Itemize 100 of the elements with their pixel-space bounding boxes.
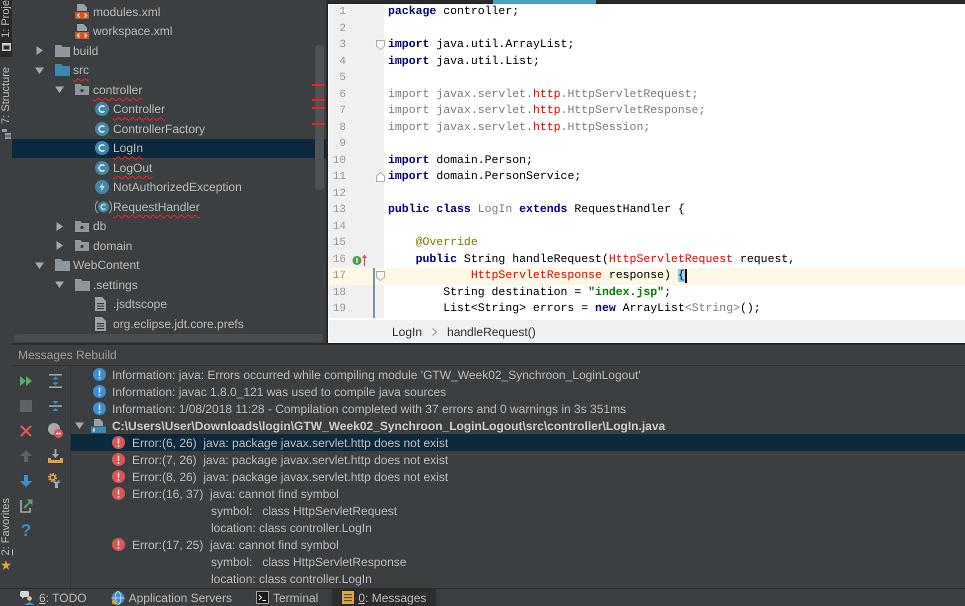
tool-window-button[interactable]: Application Servers (100, 589, 242, 606)
triangle-down-icon[interactable] (35, 66, 44, 75)
side-tool-tab[interactable]: 7: Structure (0, 66, 12, 145)
download-icon[interactable] (48, 448, 62, 462)
tree-item[interactable]: db (12, 216, 326, 236)
message-row[interactable]: Error:(16, 37) java: cannot find symbol (71, 485, 965, 502)
class-icon (95, 160, 109, 175)
close-icon[interactable] (20, 424, 32, 436)
code-line: import domain.PersonService; (388, 169, 582, 185)
triangle-right-icon[interactable] (55, 222, 64, 231)
error-icon (112, 487, 125, 500)
tree-item[interactable]: controller (12, 80, 326, 100)
class-icon (95, 200, 112, 214)
triangle-down-icon[interactable] (75, 421, 84, 430)
chevron-right-icon (432, 328, 438, 336)
blocks-icon (2, 128, 10, 139)
side-tool-tab[interactable]: 2: Favorites (0, 498, 12, 576)
code-line: String destination = "index.jsp"; (442, 284, 671, 300)
tool-window-button[interactable]: 0: Messages (332, 589, 436, 606)
folder-icon (55, 64, 70, 76)
expand-all-icon[interactable] (48, 374, 62, 388)
xml-file-icon (75, 4, 89, 20)
tree-item[interactable]: .jsdtscope (12, 294, 326, 314)
folder-icon (75, 278, 90, 291)
export-icon[interactable] (20, 498, 32, 513)
tree-item[interactable]: org.eclipse.jdt.core.prefs (12, 314, 326, 334)
tree-item[interactable]: RequestHandler (12, 197, 326, 216)
fold-marker-icon[interactable] (376, 40, 385, 50)
message-detail: symbol: class HttpServletRequest (211, 504, 398, 518)
package-icon (75, 220, 89, 232)
code-line: public class LogIn extends RequestHandler { (388, 202, 685, 218)
breadcrumb-item[interactable]: handleRequest() (447, 324, 536, 338)
tree-item[interactable]: ControllerFactory (12, 119, 326, 138)
terminal-icon (256, 591, 269, 604)
code-line: import java.util.ArrayList; (388, 37, 574, 53)
message-row[interactable]: Information: javac 1.8.0_121 was used to compile java sources (71, 383, 965, 400)
line-number: 11 (332, 171, 346, 184)
error-icon (112, 470, 125, 483)
tree-item[interactable]: .settings (12, 275, 326, 294)
code-line: import domain.Person; (388, 152, 533, 168)
line-number: 15 (332, 237, 346, 250)
message-row[interactable]: Error:(8, 26) java: package javax.servlet.http does not exist (71, 468, 965, 485)
tree-item[interactable]: modules.xml (12, 2, 326, 22)
error-icon (112, 453, 125, 466)
code-line: HttpServletResponse response) { (470, 268, 685, 284)
info-icon (93, 385, 106, 398)
line-number: 8 (338, 122, 346, 134)
tree-item[interactable]: WebContent (12, 256, 326, 275)
tree-item[interactable]: src (12, 60, 326, 80)
message-row[interactable]: Error:(6, 26) java: package javax.servlet.http does not exist (71, 434, 965, 451)
message-row[interactable]: Error:(17, 25) java: cannot find symbol (71, 536, 965, 553)
lightning-icon (95, 180, 109, 194)
message-row[interactable]: Error:(7, 26) java: package javax.servlet.http does not exist (71, 451, 965, 468)
tree-item[interactable]: workspace.xml (12, 22, 326, 41)
triangle-right-icon[interactable] (35, 46, 44, 56)
side-tool-tab[interactable]: 1: Proje (0, 0, 12, 57)
line-number: 5 (338, 72, 346, 84)
message-row[interactable]: Information: 1/08/2018 11:28 - Compilation completed with 37 errors and 0 warnings in 3s 351ms (71, 400, 965, 417)
line-number: 6 (338, 88, 346, 101)
collapse-all-icon[interactable] (48, 398, 62, 412)
window-icon (2, 42, 10, 51)
tool-window-button[interactable]: 6: TODO (10, 589, 97, 606)
help-button[interactable]: ? (20, 522, 32, 540)
disc-up-arrow-icon[interactable] (352, 254, 368, 266)
error-icon (112, 436, 125, 449)
package-icon (75, 84, 89, 96)
note-icon (342, 591, 354, 604)
scrollbar-thumb[interactable] (14, 334, 323, 342)
line-number: 1 (338, 6, 346, 18)
tree-item[interactable]: LogOut (12, 158, 326, 178)
tree-item[interactable]: LogIn (12, 138, 326, 158)
line-number: 4 (338, 56, 346, 68)
fold-marker-icon[interactable] (376, 172, 385, 182)
tree-item[interactable]: NotAuthorizedException (12, 178, 326, 197)
wrench-gear-icon[interactable] (48, 473, 62, 488)
breadcrumb-item[interactable]: LogIn (392, 324, 422, 338)
fast-forward-icon[interactable] (20, 376, 32, 386)
star-icon (1, 560, 11, 570)
class-icon (95, 141, 109, 156)
tool-window-button[interactable]: Terminal (246, 589, 328, 606)
tree-item[interactable]: domain (12, 236, 326, 256)
fold-marker-icon[interactable] (376, 271, 385, 282)
line-number: 10 (332, 154, 346, 167)
line-number: 2 (338, 22, 346, 35)
code-line: import javax.servlet.http.HttpServletRequest; (388, 86, 699, 102)
triangle-down-icon[interactable] (55, 85, 64, 94)
code-line: import javax.servlet.http.HttpSession; (388, 120, 650, 136)
triangle-down-icon[interactable] (55, 280, 64, 290)
code-line: import java.util.List; (388, 54, 540, 70)
tree-item[interactable]: build (12, 41, 326, 60)
person-bubble-icon (20, 590, 35, 604)
disc-minus-icon[interactable] (48, 423, 62, 438)
triangle-right-icon[interactable] (55, 241, 64, 250)
line-number: 17 (332, 270, 346, 282)
line-number: 18 (332, 286, 346, 299)
arrow-down-icon[interactable] (20, 474, 32, 486)
message-row[interactable]: Information: java: Errors occurred while compiling module 'GTW_Week02_Synchroon_LoginLogout' (71, 366, 965, 383)
file-row[interactable]: C:\Users\User\Downloads\login\GTW_Week02_Synchroon_LoginLogout\src\controller\LogIn.java (71, 417, 965, 434)
triangle-down-icon[interactable] (35, 260, 44, 270)
scrollbar-thumb[interactable] (315, 45, 324, 190)
